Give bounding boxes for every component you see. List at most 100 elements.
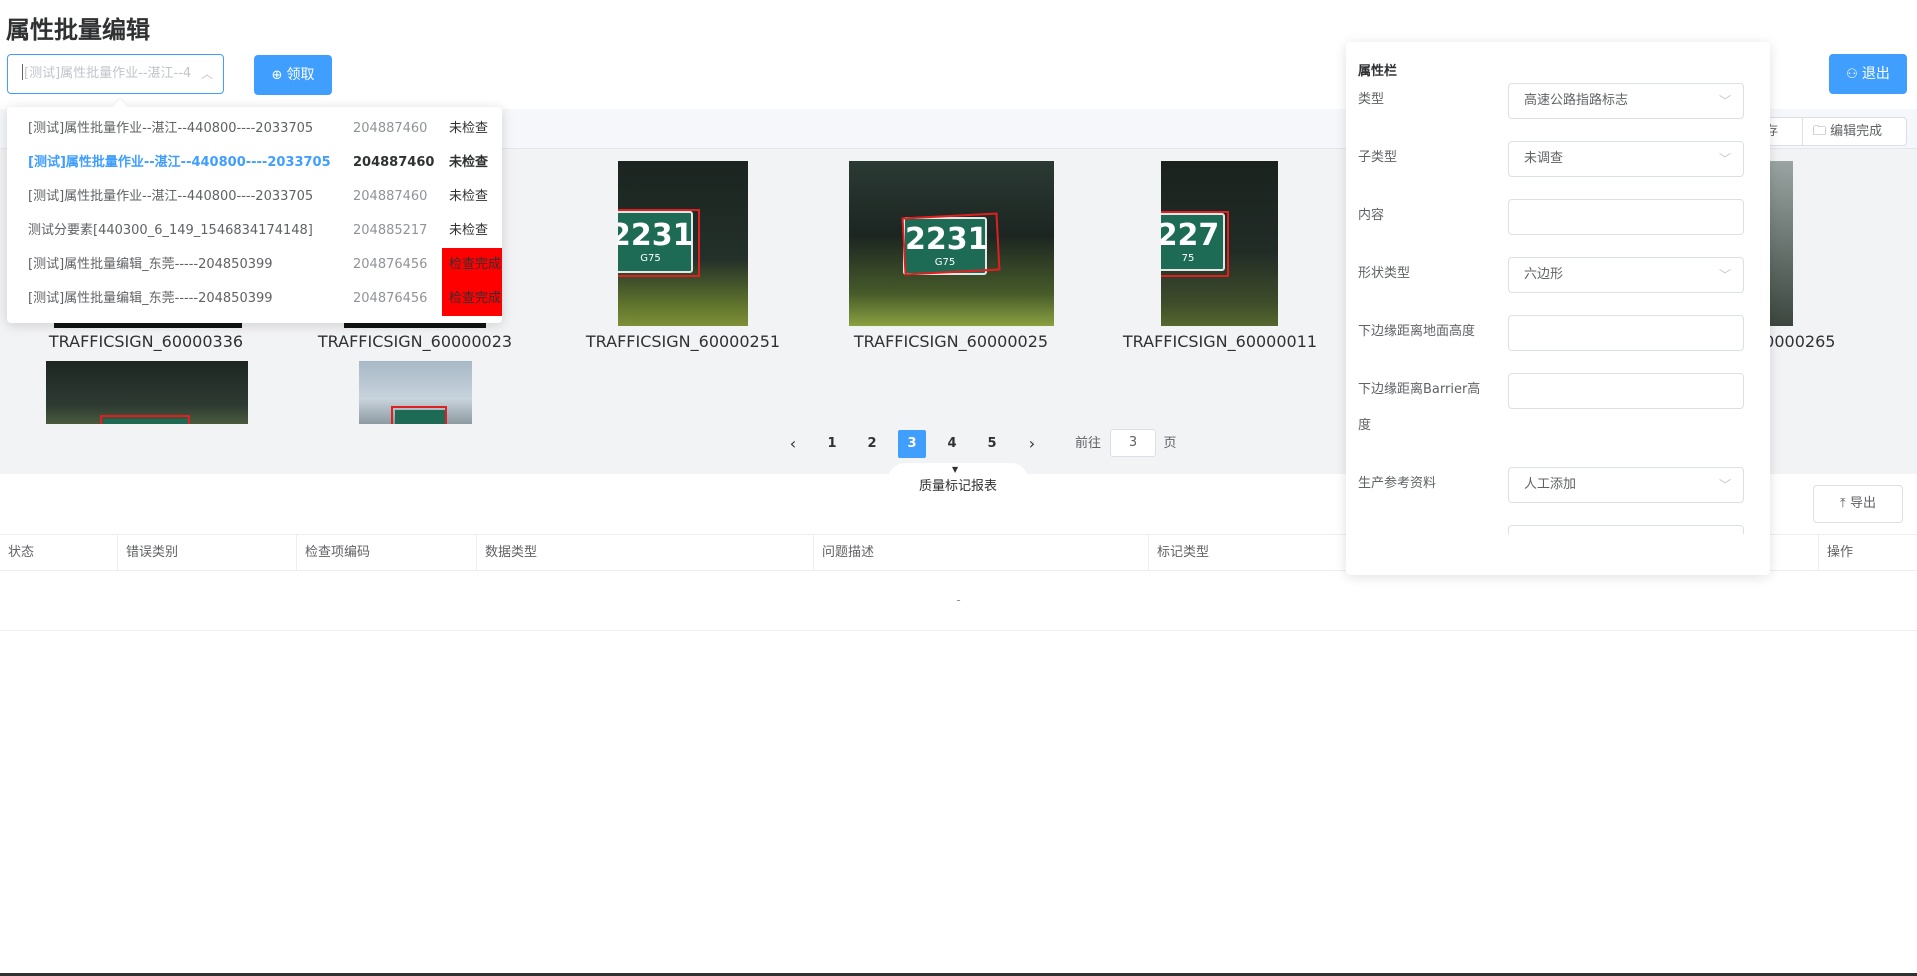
ground-height-input[interactable] (1508, 315, 1744, 351)
task-select[interactable]: [测试]属性批量作业--湛江--4 ︿ (7, 54, 224, 94)
page-button[interactable]: 4 (938, 430, 966, 458)
field-label-content: 内容 (1358, 208, 1385, 223)
edit-done-button[interactable]: 🗀 编辑完成 (1802, 117, 1907, 146)
claim-button[interactable]: ⊕ 领取 (254, 55, 332, 95)
user-icon: ⚇ (1846, 67, 1858, 82)
content-input[interactable] (1508, 199, 1744, 235)
field-label-shape: 形状类型 (1358, 266, 1411, 281)
thumbnail-image[interactable] (46, 361, 248, 424)
task-option-status: 检查完成 (442, 248, 502, 282)
plus-circle-icon: ⊕ (271, 68, 283, 83)
thumbnail-caption: _60000265 (1746, 332, 1836, 351)
goto-page-input[interactable]: 3 (1110, 429, 1156, 457)
task-option-status: 未检查 (449, 189, 489, 204)
task-option-id: 204876456 (353, 257, 428, 272)
export-button-label: 导出 (1849, 496, 1876, 511)
page-button[interactable]: 5 (978, 430, 1006, 458)
export-button[interactable]: ⤒ 导出 (1813, 485, 1903, 523)
shape-select-value: 六边形 (1524, 267, 1564, 282)
folder-icon: 🗀 (1813, 124, 1827, 139)
detection-box (901, 212, 1001, 276)
next-page-button[interactable]: › (1018, 430, 1046, 458)
quality-report-tab-label: 质量标记报表 (918, 479, 997, 494)
page-unit-label: 页 (1163, 436, 1177, 451)
task-option[interactable]: [测试]属性批量作业--湛江--440800----2033705 204887… (7, 180, 502, 214)
page-button[interactable]: 2 (858, 430, 886, 458)
text-cursor (22, 64, 23, 80)
column-header[interactable]: 检查项编码 (297, 535, 477, 571)
goto-label: 前往 (1074, 436, 1101, 451)
task-option[interactable]: [测试]属性批量作业--湛江--440800----2033705 204887… (7, 112, 502, 146)
page-button[interactable]: 1 (818, 430, 846, 458)
task-option-id: 204885217 (353, 223, 428, 238)
thumbnail-caption: TRAFFICSIGN_60000025 (853, 332, 1049, 351)
task-option-status: 检查完成 (442, 282, 502, 316)
field-label-type: 类型 (1358, 92, 1385, 107)
panel-title: 属性栏 (1358, 64, 1398, 79)
task-option-status: 未检查 (449, 155, 489, 170)
prev-page-button[interactable]: ‹ (779, 430, 807, 458)
task-option-name: [测试]属性批量编辑_东莞-----204850399 (28, 291, 273, 306)
thumbnail-caption: TRAFFICSIGN_60000023 (317, 332, 513, 351)
task-option-selected[interactable]: [测试]属性批量作业--湛江--440800----2033705 204887… (7, 146, 502, 180)
task-option[interactable]: 测试分要素[440300_6_149_1546834174148] 204885… (7, 214, 502, 248)
column-header[interactable]: 状态 (0, 535, 118, 571)
chevron-down-icon: ﹀ (1718, 478, 1731, 492)
reference-select[interactable]: 人工添加 ﹀ (1508, 467, 1744, 503)
task-dropdown: [测试]属性批量作业--湛江--440800----2033705 204887… (7, 107, 502, 323)
subtype-select-value: 未调查 (1524, 151, 1564, 166)
thumbnail-caption: TRAFFICSIGN_60000336 (48, 332, 244, 351)
task-option-name: [测试]属性批量编辑_东莞-----204850399 (28, 257, 273, 272)
next-field-partial[interactable] (1508, 525, 1744, 534)
task-option[interactable]: [测试]属性批量编辑_东莞-----204850399 204876456 检查… (7, 248, 502, 282)
chevron-down-icon: ﹀ (1718, 268, 1731, 282)
field-label-subtype: 子类型 (1358, 150, 1398, 165)
thumbnail-image[interactable]: 2231 G75 (849, 161, 1054, 326)
detection-box (1161, 211, 1229, 277)
column-header[interactable]: 数据类型 (477, 535, 814, 571)
field-label-ground-height: 下边缘距离地面高度 (1358, 324, 1476, 339)
traffic-sign (104, 419, 188, 424)
barrier-height-input[interactable] (1508, 373, 1744, 409)
caret-down-icon: ▼ (952, 465, 959, 474)
field-label-reference: 生产参考资料 (1358, 476, 1437, 491)
thumbnail-caption: TRAFFICSIGN_60000011 (1122, 332, 1318, 351)
task-option-id: 204887460 (353, 121, 428, 136)
edit-done-button-label: 编辑完成 (1830, 124, 1883, 139)
task-option[interactable]: [测试]属性批量编辑_东莞-----204850399 204876456 检查… (7, 282, 502, 316)
task-option-status: 未检查 (449, 223, 489, 238)
reference-select-value: 人工添加 (1524, 477, 1577, 492)
exit-button[interactable]: ⚇ 退出 (1829, 54, 1907, 94)
type-select[interactable]: 高速公路指路标志 ﹀ (1508, 83, 1744, 119)
report-table-body: - (0, 571, 1917, 631)
task-select-value: [测试]属性批量作业--湛江--4 (24, 66, 192, 81)
task-option-name: [测试]属性批量作业--湛江--440800----2033705 (28, 155, 331, 170)
traffic-sign (395, 410, 445, 424)
shape-select[interactable]: 六边形 ﹀ (1508, 257, 1744, 293)
field-label-barrier-height-cont: 度 (1358, 418, 1372, 433)
field-label-barrier-height: 下边缘距离Barrier高 (1358, 382, 1481, 397)
upload-icon: ⤒ (1840, 496, 1846, 511)
task-option-id: 204887460 (353, 189, 428, 204)
column-header[interactable]: 错误类别 (118, 535, 297, 571)
quality-report-tab[interactable]: ▼ 质量标记报表 (888, 463, 1028, 497)
task-option-status: 未检查 (449, 121, 489, 136)
detection-box (618, 209, 700, 277)
type-select-value: 高速公路指路标志 (1524, 93, 1629, 108)
thumbnail-image[interactable] (359, 361, 472, 424)
task-option-name: [测试]属性批量作业--湛江--440800----2033705 (28, 121, 314, 136)
exit-button-label: 退出 (1861, 66, 1890, 82)
thumbnail-image[interactable] (1770, 161, 1793, 326)
thumbnail-image[interactable]: 227 75 (1161, 161, 1278, 326)
column-header[interactable]: 操作 (1819, 535, 1917, 571)
task-option-id: 204876456 (353, 291, 428, 306)
chevron-up-icon: ︿ (200, 67, 213, 81)
page-button-current[interactable]: 3 (898, 430, 926, 458)
empty-placeholder: - (956, 593, 961, 607)
claim-button-label: 领取 (286, 67, 315, 83)
thumbnail-image[interactable]: 2231 G75 (618, 161, 748, 326)
subtype-select[interactable]: 未调查 ﹀ (1508, 141, 1744, 177)
chevron-down-icon: ﹀ (1718, 94, 1731, 108)
column-header[interactable]: 问题描述 (814, 535, 1149, 571)
page-title: 属性批量编辑 (6, 16, 150, 44)
